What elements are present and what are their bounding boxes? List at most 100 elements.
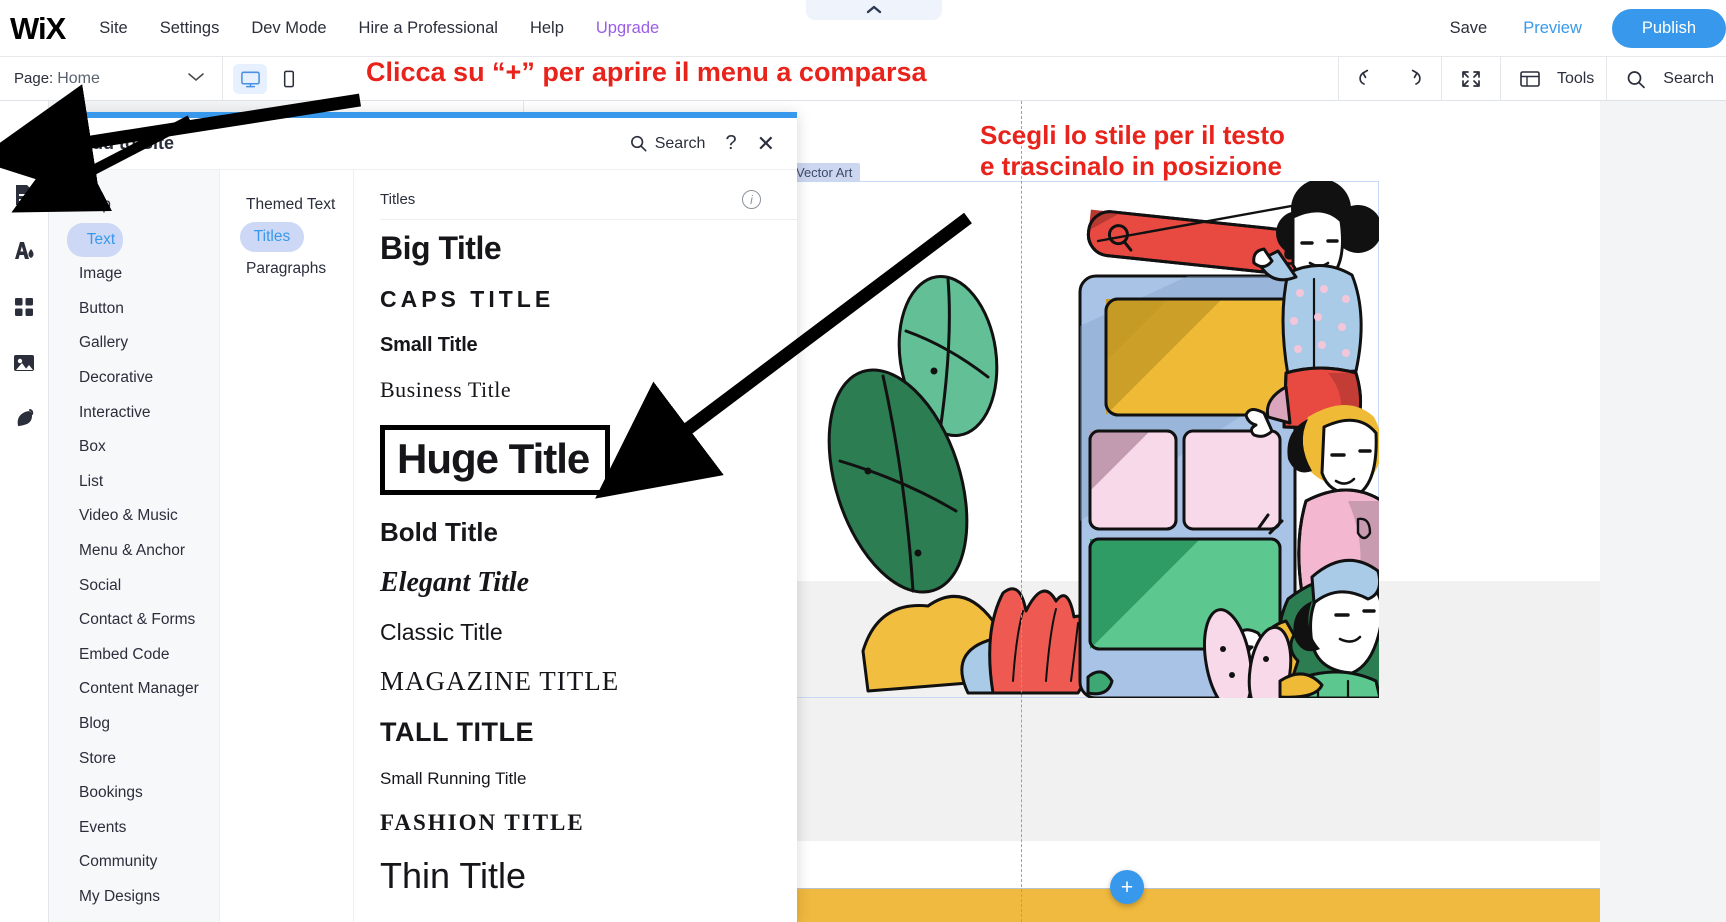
panel-search-button[interactable]: Search <box>629 134 706 153</box>
rail-add-button[interactable] <box>2 117 46 161</box>
title-style-caps[interactable]: CAPS TITLE <box>380 288 797 311</box>
undo-button[interactable] <box>1351 64 1385 94</box>
category-item-button[interactable]: Button <box>49 292 219 327</box>
title-style-item[interactable]: FASHION TITLE <box>380 799 797 846</box>
desktop-icon <box>240 69 261 89</box>
tools-group[interactable]: Tools <box>1501 57 1606 101</box>
category-item-my-designs[interactable]: My Designs <box>49 880 219 915</box>
title-style-bold[interactable]: Bold Title <box>380 519 797 545</box>
title-style-elegant[interactable]: Elegant Title <box>380 569 797 597</box>
title-style-item-highlighted[interactable]: Huge Title <box>380 413 797 507</box>
category-item-content-manager[interactable]: Content Manager <box>49 672 219 707</box>
rail-blog-button[interactable] <box>2 397 46 441</box>
title-style-item[interactable]: Bold Title <box>380 507 797 557</box>
title-style-item[interactable]: Thin Title <box>380 846 797 906</box>
tools-label: Tools <box>1557 70 1594 88</box>
toolbar-right-group: Tools Search <box>1338 57 1726 101</box>
rail-design-button[interactable] <box>2 229 46 273</box>
undo-icon <box>1356 68 1380 90</box>
title-style-big[interactable]: Big Title <box>380 232 797 264</box>
category-item-interactive[interactable]: Interactive <box>49 396 219 431</box>
rail-pages-button[interactable] <box>2 173 46 217</box>
menu-settings[interactable]: Settings <box>144 0 236 57</box>
title-style-small[interactable]: Small Title <box>380 335 797 355</box>
close-icon[interactable]: ✕ <box>757 133 775 155</box>
title-style-item[interactable]: Small Title <box>380 323 797 367</box>
category-item-text[interactable]: Text <box>67 223 123 258</box>
title-style-item[interactable]: Small Running Title <box>380 758 797 799</box>
editor-toolbar: Page: Home <box>0 57 1726 101</box>
title-style-item[interactable]: CAPS TITLE <box>380 276 797 323</box>
title-style-magazine[interactable]: MAGAZINE TITLE <box>380 668 797 695</box>
category-item-strip[interactable]: Strip <box>49 188 219 223</box>
category-item-decorative[interactable]: Decorative <box>49 361 219 396</box>
title-style-business[interactable]: Business Title <box>380 379 797 401</box>
page-selector-value: Home <box>57 70 100 88</box>
chevron-up-icon <box>866 4 882 16</box>
category-item-contact-forms[interactable]: Contact & Forms <box>49 603 219 638</box>
add-section-button[interactable]: + <box>1110 870 1144 904</box>
category-item-events[interactable]: Events <box>49 811 219 846</box>
left-icon-rail <box>0 101 49 922</box>
title-style-item[interactable]: Elegant Title <box>380 557 797 609</box>
wix-logo[interactable]: WiX <box>10 13 65 44</box>
theme-design-icon <box>11 239 37 263</box>
title-style-item[interactable]: TALL TITLE <box>380 707 797 758</box>
menu-help[interactable]: Help <box>514 0 580 57</box>
category-item-image[interactable]: Image <box>49 257 219 292</box>
subcategory-item-paragraphs[interactable]: Paragraphs <box>220 252 353 286</box>
category-item-list[interactable]: List <box>49 465 219 500</box>
title-style-item[interactable]: MAGAZINE TITLE <box>380 656 797 707</box>
page-selector[interactable]: Page: Home <box>0 57 222 100</box>
panel-title: Add to Site <box>79 133 174 154</box>
rail-apps-button[interactable] <box>2 285 46 329</box>
category-item-social[interactable]: Social <box>49 569 219 604</box>
zoom-out-button[interactable] <box>1454 64 1488 94</box>
title-style-item[interactable]: Classic Title <box>380 609 797 656</box>
subcategory-item-titles[interactable]: Titles <box>240 222 304 252</box>
title-style-item[interactable]: Big Title <box>380 220 797 276</box>
pages-icon <box>13 183 35 207</box>
panel-help-button[interactable]: ? <box>725 132 736 155</box>
search-group[interactable]: Search <box>1607 57 1726 101</box>
category-item-store[interactable]: Store <box>49 742 219 777</box>
vector-art-illustration[interactable] <box>788 181 1379 698</box>
menu-site[interactable]: Site <box>83 0 143 57</box>
title-style-classic[interactable]: Classic Title <box>380 621 797 644</box>
desktop-view-button[interactable] <box>233 64 267 94</box>
chevron-down-icon <box>186 70 206 88</box>
huge-title-highlight-box[interactable]: Huge Title <box>380 425 610 495</box>
category-item-menu-anchor[interactable]: Menu & Anchor <box>49 534 219 569</box>
category-item-embed-code[interactable]: Embed Code <box>49 638 219 673</box>
category-item-box[interactable]: Box <box>49 430 219 465</box>
category-item-video-music[interactable]: Video & Music <box>49 499 219 534</box>
search-icon <box>1619 64 1653 94</box>
menu-dev-mode[interactable]: Dev Mode <box>235 0 342 57</box>
info-icon[interactable]: i <box>742 190 761 209</box>
panel-header: Add to Site Search ? ✕ <box>49 118 797 170</box>
category-item-community[interactable]: Community <box>49 845 219 880</box>
page-selector-label: Page: <box>14 70 53 87</box>
menu-upgrade[interactable]: Upgrade <box>580 0 675 57</box>
title-style-thin[interactable]: Thin Title <box>380 858 797 894</box>
subcategory-item-themed-text[interactable]: Themed Text <box>220 188 353 222</box>
save-button[interactable]: Save <box>1432 19 1506 38</box>
canvas-collapse-tab[interactable] <box>806 0 942 20</box>
category-list: Strip Text Image Button Gallery Decorati… <box>49 170 220 922</box>
title-style-tall[interactable]: TALL TITLE <box>380 719 797 746</box>
rail-media-button[interactable] <box>2 341 46 385</box>
category-item-blog[interactable]: Blog <box>49 707 219 742</box>
title-style-item[interactable]: Business Title <box>380 367 797 413</box>
preview-button[interactable]: Preview <box>1505 19 1600 38</box>
category-item-bookings[interactable]: Bookings <box>49 776 219 811</box>
menu-hire-a-professional[interactable]: Hire a Professional <box>343 0 514 57</box>
title-style-huge[interactable]: Huge Title <box>397 435 589 482</box>
history-group <box>1339 57 1441 101</box>
mobile-view-button[interactable] <box>271 64 305 94</box>
title-style-fashion[interactable]: FASHION TITLE <box>380 811 797 834</box>
publish-button[interactable]: Publish <box>1612 9 1726 48</box>
title-style-small-running[interactable]: Small Running Title <box>380 770 797 787</box>
redo-button[interactable] <box>1395 64 1429 94</box>
category-item-gallery[interactable]: Gallery <box>49 326 219 361</box>
redo-icon <box>1400 68 1424 90</box>
